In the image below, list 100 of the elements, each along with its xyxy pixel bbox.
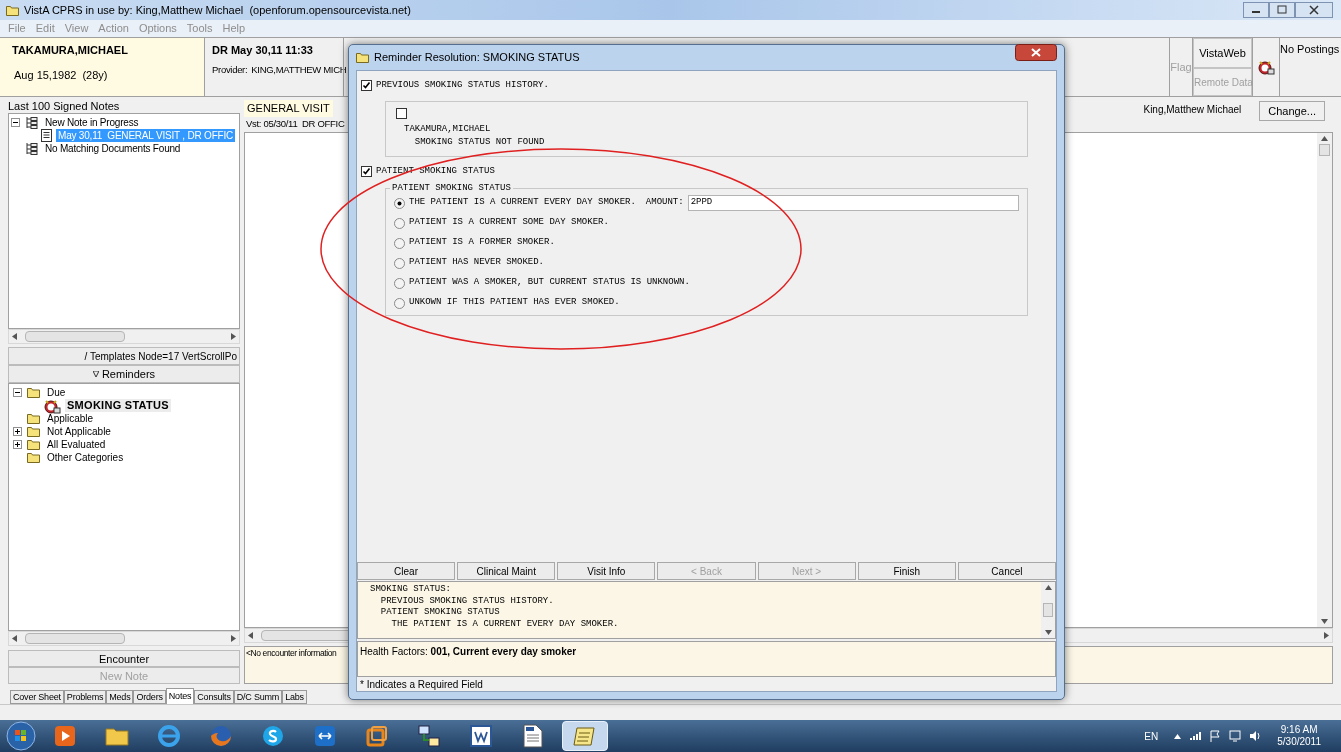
- folder-icon: [27, 413, 41, 424]
- radio-button[interactable]: [394, 277, 405, 289]
- globe-icon[interactable]: [209, 724, 233, 748]
- alarm-clock-icon: [43, 397, 61, 414]
- speaker-icon[interactable]: [1249, 730, 1262, 742]
- chevron-up-icon[interactable]: [1174, 733, 1182, 739]
- tree-item[interactable]: All Evaluated: [45, 438, 108, 451]
- left-arrow-icon[interactable]: [248, 632, 253, 639]
- language-indicator[interactable]: EN: [1144, 728, 1159, 744]
- tree-item[interactable]: New Note in Progress: [43, 116, 141, 129]
- radio-button[interactable]: [394, 237, 405, 249]
- required-field-note: * Indicates a Required Field: [359, 678, 484, 691]
- dialog-button[interactable]: Cancel: [957, 562, 1056, 580]
- vistaweb-button[interactable]: VistaWeb: [1193, 38, 1252, 68]
- tab[interactable]: Problems: [63, 690, 107, 704]
- start-button[interactable]: [6, 721, 36, 751]
- birth-date: Aug 15,1982: [14, 67, 77, 83]
- minimize-icon[interactable]: [1243, 2, 1269, 18]
- browser-icon[interactable]: [157, 724, 181, 748]
- radio-button[interactable]: [394, 297, 405, 309]
- notepad-icon[interactable]: [573, 725, 597, 747]
- horizontal-scrollbar[interactable]: [8, 631, 240, 646]
- collapse-icon[interactable]: [13, 388, 22, 397]
- option-label[interactable]: PATIENT HAS NEVER SMOKED.: [409, 256, 545, 270]
- window-icon[interactable]: [366, 725, 388, 747]
- document-icon[interactable]: [470, 725, 492, 747]
- checkbox[interactable]: [361, 80, 372, 92]
- option-label[interactable]: UNKOWN IF THIS PATIENT HAS EVER SMOKED.: [409, 296, 620, 310]
- health-factors-text: Health Factors: 001, Current every day smoker: [360, 646, 577, 657]
- vertical-scrollbar[interactable]: [1041, 582, 1055, 638]
- option-label[interactable]: THE PATIENT IS A CURRENT EVERY DAY SMOKER.: [409, 196, 636, 210]
- folder-icon: [6, 4, 20, 16]
- section-label[interactable]: PATIENT SMOKING STATUS: [376, 164, 495, 178]
- scroll-thumb[interactable]: [1319, 144, 1330, 156]
- down-arrow-icon[interactable]: [1044, 630, 1052, 635]
- patient-name: TAKAMURA,MICHAEL: [12, 43, 129, 58]
- document-icon[interactable]: [523, 724, 543, 748]
- radio-button[interactable]: [394, 197, 405, 209]
- tree-item[interactable]: SMOKING STATUS: [65, 399, 171, 412]
- reminders-button[interactable]: Reminders: [8, 365, 240, 383]
- note-title: GENERAL VISIT: [244, 100, 333, 117]
- horizontal-scrollbar[interactable]: [8, 329, 240, 344]
- templates-button[interactable]: / Templates Node=17 VertScrollPo: [8, 347, 240, 365]
- option-label[interactable]: PATIENT IS A CURRENT SOME DAY SMOKER.: [409, 216, 609, 230]
- tab[interactable]: Labs: [282, 690, 307, 704]
- change-button[interactable]: Change...: [1259, 101, 1325, 121]
- right-arrow-icon[interactable]: [231, 635, 236, 642]
- signal-icon[interactable]: [1189, 731, 1202, 741]
- up-arrow-icon[interactable]: [1321, 136, 1328, 141]
- radio-button[interactable]: [394, 217, 405, 229]
- dialog-button[interactable]: Visit Info: [557, 562, 656, 580]
- tree-item[interactable]: Not Applicable: [45, 425, 113, 438]
- monitor-icon[interactable]: [1229, 730, 1242, 742]
- option-label[interactable]: PATIENT IS A FORMER SMOKER.: [409, 236, 555, 250]
- arrows-icon[interactable]: [314, 725, 336, 747]
- tab[interactable]: Meds: [106, 690, 134, 704]
- tab[interactable]: Notes: [165, 688, 195, 704]
- close-icon[interactable]: [1295, 2, 1333, 18]
- tree-item[interactable]: Other Categories: [45, 451, 126, 464]
- clock[interactable]: 9:16 AM 5/30/2011: [1277, 724, 1321, 748]
- down-arrow-icon[interactable]: [1321, 619, 1328, 624]
- folder-icon[interactable]: [105, 726, 129, 746]
- flag-icon[interactable]: [1209, 730, 1222, 742]
- play-icon[interactable]: [54, 725, 76, 747]
- section-label[interactable]: PREVIOUS SMOKING STATUS HISTORY.: [376, 79, 549, 93]
- dialog-button[interactable]: Clear: [357, 562, 456, 580]
- folder-icon: [27, 439, 41, 450]
- expand-icon[interactable]: [13, 427, 22, 436]
- tree-item[interactable]: No Matching Documents Found: [43, 142, 183, 155]
- scroll-thumb[interactable]: [25, 633, 125, 644]
- tab[interactable]: Orders: [133, 690, 166, 704]
- option-label[interactable]: PATIENT WAS A SMOKER, BUT CURRENT STATUS IS UNKNOWN.: [409, 276, 690, 290]
- amount-field[interactable]: 2PPD: [687, 195, 1019, 211]
- scroll-thumb[interactable]: [25, 331, 125, 342]
- tree-item[interactable]: Due: [45, 386, 68, 399]
- checkbox[interactable]: [361, 165, 372, 177]
- right-arrow-icon[interactable]: [1324, 632, 1329, 639]
- scroll-thumb[interactable]: [1043, 603, 1053, 617]
- right-arrow-icon[interactable]: [231, 333, 236, 340]
- panel-title: Last 100 Signed Notes: [8, 100, 121, 113]
- collapse-icon[interactable]: [11, 118, 20, 127]
- radio-button[interactable]: [394, 257, 405, 269]
- expand-icon[interactable]: [13, 440, 22, 449]
- tree-item[interactable]: Applicable: [45, 412, 96, 425]
- tab[interactable]: D/C Summ: [233, 690, 283, 704]
- up-arrow-icon[interactable]: [1044, 585, 1052, 590]
- vertical-scrollbar[interactable]: [1317, 133, 1332, 627]
- dialog-button[interactable]: Clinical Maint: [457, 562, 556, 580]
- dialog-button[interactable]: Finish: [857, 562, 956, 580]
- folder-icon: [356, 52, 370, 63]
- tab[interactable]: Cover Sheet: [10, 690, 64, 704]
- checkbox[interactable]: [396, 107, 407, 119]
- close-icon[interactable]: [1015, 44, 1057, 61]
- network-icon[interactable]: [417, 724, 441, 748]
- left-arrow-icon[interactable]: [12, 635, 17, 642]
- visit-label: Vst: 05/30/11 DR OFFIC: [245, 116, 345, 131]
- tab[interactable]: Consults: [194, 690, 234, 704]
- left-arrow-icon[interactable]: [12, 333, 17, 340]
- panel-button[interactable]: Encounter: [8, 650, 240, 667]
- chat-icon[interactable]: [261, 724, 285, 748]
